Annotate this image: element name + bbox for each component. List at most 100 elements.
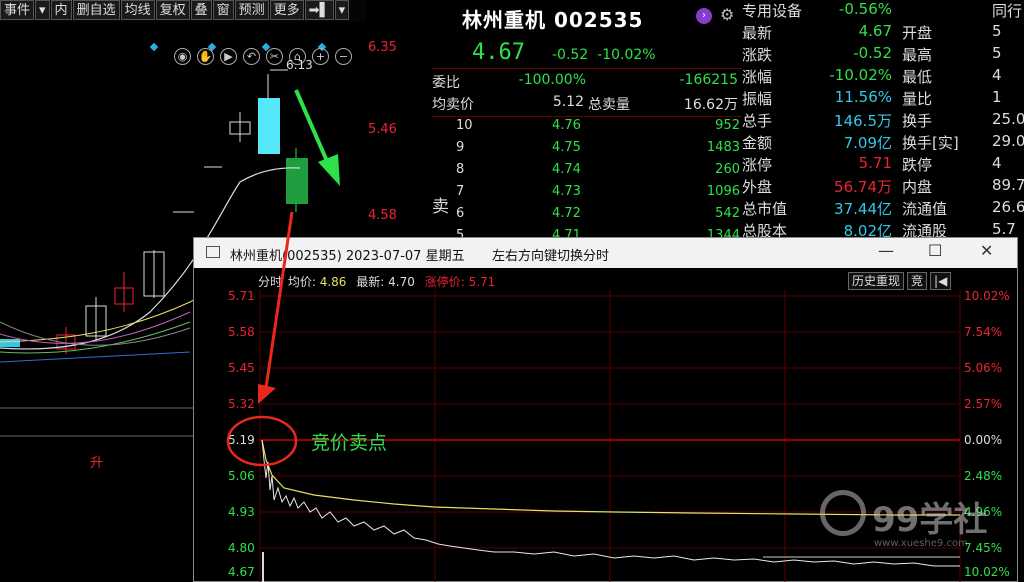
toolbar-event-button[interactable]: 事件 — [0, 0, 35, 20]
weibi-pct: -100.00% — [518, 72, 586, 88]
info-value: 5 — [992, 44, 1002, 62]
info-value: 5 — [992, 22, 1002, 40]
info-label: 跌停 — [902, 156, 933, 174]
toolbar-next-icon[interactable]: ➡▌ — [304, 0, 334, 20]
sell-level-row: 7 4.73 1096 — [456, 184, 740, 199]
minimize-icon[interactable]: — — [878, 241, 894, 260]
info-row: 涨幅 -10.02% 最低 4 — [742, 66, 1024, 88]
sector-name[interactable]: 专用设备 — [742, 0, 802, 21]
toolbar-window-button[interactable]: 窗 — [212, 0, 234, 20]
change-pct: -10.02% — [597, 47, 656, 63]
info-label: 量比 — [902, 90, 933, 108]
info-value: 89.7 — [992, 176, 1024, 194]
price-axis-label: 5.71 — [228, 289, 255, 303]
info-label: 涨跌 — [742, 46, 773, 64]
avg-sell-value: 5.12 — [552, 94, 584, 110]
latest-value: 4.70 — [388, 275, 415, 289]
peer-label[interactable]: 同行 — [992, 0, 1022, 21]
toolbar-remove-watchlist-button[interactable]: 删自选 — [72, 0, 120, 20]
auction-button[interactable]: 竞 — [907, 272, 928, 290]
limit-value: 5.71 — [468, 275, 496, 289]
sell-level-row: 10 4.76 952 — [456, 118, 740, 133]
back-to-start-icon[interactable]: |◀ — [930, 272, 952, 290]
info-value: -0.52 — [853, 44, 892, 62]
toolbar-adjust-button[interactable]: 复权 — [155, 0, 190, 20]
history-replay-button[interactable]: 历史重现 — [848, 272, 905, 290]
close-icon[interactable]: ✕ — [980, 241, 993, 260]
info-value: 5.71 — [858, 154, 892, 172]
info-row: 金额 7.09亿 换手[实] 29.0 — [742, 132, 1024, 154]
zoom-in-icon[interactable]: + — [312, 48, 329, 65]
price-axis-label: 5.06 — [228, 469, 255, 483]
zoom-out-icon[interactable]: − — [335, 48, 352, 65]
current-price: 4.67 — [472, 40, 525, 65]
stock-info-panel: 专用设备 -0.56% 同行 最新 4.67 开盘 5 涨跌 -0.52 最高 5 涨幅 -10.… — [742, 0, 1024, 240]
watermark-text: 99学社 — [872, 500, 988, 540]
info-label: 总市值 — [742, 200, 788, 218]
watermark-url: www.xueshe9.com — [874, 538, 968, 549]
popup-titlebar: 林州重机(002535) 2023-07-07 星期五 左右方向键切换分时 — … — [194, 238, 1017, 268]
price-axis-label: 5.58 — [228, 325, 255, 339]
info-label: 外盘 — [742, 178, 773, 196]
limit-label: 涨停价: — [424, 275, 465, 289]
toolbar-ma-button[interactable]: 均线 — [120, 0, 155, 20]
info-label: 最新 — [742, 24, 773, 42]
toolbar-forecast-button[interactable]: 预测 — [234, 0, 269, 20]
info-icon[interactable]: › — [696, 8, 712, 24]
popup-hint: 左右方向键切换分时 — [492, 249, 610, 264]
play-icon[interactable]: ▶ — [220, 48, 237, 65]
avg-sell-row: 均卖价 5.12 总卖量 16.62万 — [432, 94, 742, 116]
sector-pct: -0.56% — [838, 0, 892, 18]
watermark-logo: 99学社 www.xueshe9.com — [820, 486, 1020, 576]
total-sell-value: 16.62万 — [683, 97, 738, 113]
candle — [258, 98, 280, 154]
change-value: -0.52 — [552, 47, 589, 63]
info-label: 涨停 — [742, 156, 773, 174]
info-value: 56.74万 — [834, 178, 892, 196]
avg-sell-label: 均卖价 — [432, 97, 474, 113]
intraday-info-bar: 分时 均价: 4.86 最新: 4.70 涨停价: 5.71 — [258, 273, 495, 290]
sector-row: 专用设备 -0.56% 同行 — [742, 0, 1024, 22]
quote-panel: 林州重机 002535 › ⚙ 4.67 -0.52 -10.02% 委比 -1… — [432, 0, 742, 240]
hand-icon[interactable]: ✋ — [197, 48, 214, 65]
chart-toolbar: 事件 ▾ 内 删自选 均线 复权 叠 窗 预测 更多 ➡▌ ▾ — [0, 0, 366, 22]
eye-icon[interactable]: ◉ — [174, 48, 191, 65]
scissors-icon[interactable]: ✂ — [266, 48, 283, 65]
pct-axis-label: 2.48% — [964, 469, 1003, 483]
popup-title: 林州重机(002535) 2023-07-07 星期五 — [230, 249, 465, 264]
indicator-label: 升 — [90, 456, 104, 471]
gear-icon[interactable]: ⚙ — [720, 5, 734, 24]
info-row: 涨跌 -0.52 最高 5 — [742, 44, 1024, 66]
info-value: 26.6 — [992, 198, 1024, 216]
undo-icon[interactable]: ↶ — [243, 48, 260, 65]
price-axis-label: 5.45 — [228, 361, 255, 375]
price-axis-label: 4.58 — [368, 208, 397, 223]
info-value: 25.0 — [992, 110, 1024, 128]
info-row: 总市值 37.44亿 流通值 26.6 — [742, 198, 1024, 220]
info-label: 换手 — [902, 112, 933, 130]
info-label: 换手[实] — [902, 134, 959, 152]
annotation-label: 竞价卖点 — [311, 432, 388, 454]
info-row: 总手 146.5万 换手 25.0 — [742, 110, 1024, 132]
info-label: 最低 — [902, 68, 933, 86]
maximize-icon[interactable]: ☐ — [928, 241, 942, 260]
toolbar-more-dropdown[interactable]: ▾ — [334, 0, 350, 20]
price-axis-label: 4.93 — [228, 505, 255, 519]
toolbar-inner-button[interactable]: 内 — [50, 0, 72, 20]
latest-label: 最新: — [356, 275, 385, 289]
avg-price-label: 均价: — [287, 275, 316, 289]
toolbar-more-button[interactable]: 更多 — [269, 0, 304, 20]
logo-icon — [820, 490, 866, 536]
info-label: 开盘 — [902, 24, 933, 42]
pct-axis-label: 7.54% — [964, 325, 1003, 339]
price-axis-label: 5.19 — [228, 433, 255, 447]
window-icon — [206, 246, 220, 258]
weibi-label: 委比 — [432, 75, 460, 91]
pct-axis-label: 2.57% — [964, 397, 1003, 411]
toolbar-overlay-button[interactable]: 叠 — [190, 0, 212, 20]
info-value: 29.0 — [992, 132, 1024, 150]
toolbar-event-dropdown[interactable]: ▾ — [35, 0, 50, 20]
candle — [0, 339, 20, 347]
info-value: 37.44亿 — [834, 200, 892, 218]
info-label: 金额 — [742, 134, 773, 152]
